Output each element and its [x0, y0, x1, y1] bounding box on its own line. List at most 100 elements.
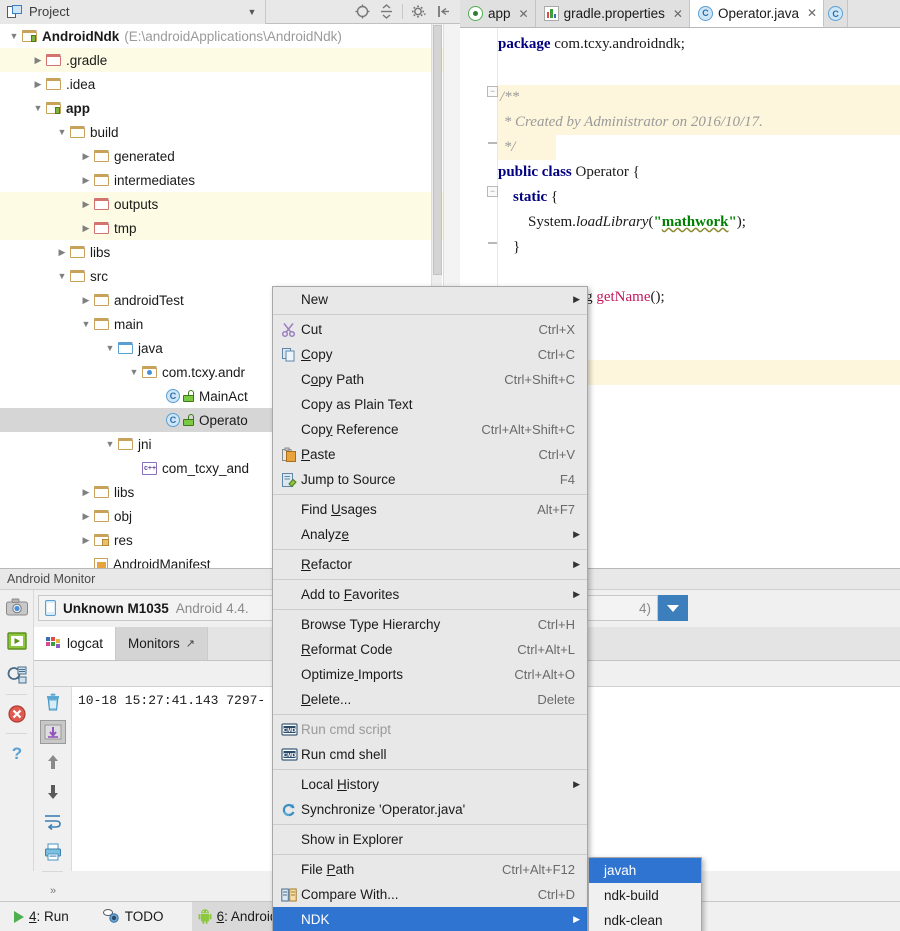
project-title-dropdown[interactable]: Project ▼ — [0, 0, 266, 24]
submenu-item-javah[interactable]: javah — [589, 858, 701, 883]
chevron-right-icon[interactable] — [78, 511, 94, 522]
tree-row[interactable]: .idea — [0, 72, 460, 96]
chevron-right-icon[interactable] — [78, 295, 94, 306]
tree-row[interactable]: app — [0, 96, 460, 120]
menu-item-optimize-imports[interactable]: Optimize Imports Ctrl+Alt+O — [273, 662, 587, 687]
chevron-down-icon[interactable] — [126, 367, 142, 377]
chevron-right-icon[interactable] — [78, 487, 94, 498]
scroll-to-end-button[interactable] — [34, 717, 72, 747]
chevron-right-icon[interactable] — [78, 535, 94, 546]
menu-item-new[interactable]: New ▶ — [273, 287, 587, 312]
tree-row[interactable]: src — [0, 264, 460, 288]
submenu-item-ndk-build[interactable]: ndk-build — [589, 883, 701, 908]
statusbar-item-android[interactable]: 6: Android — [191, 901, 284, 931]
chevron-down-icon[interactable] — [102, 343, 118, 353]
fold-end-marker[interactable] — [488, 136, 497, 144]
screen-record-icon[interactable] — [0, 624, 34, 658]
folder-tan-icon — [94, 174, 109, 186]
chevron-down-icon[interactable] — [30, 103, 46, 113]
chevron-right-icon[interactable] — [30, 79, 46, 90]
menu-item-ndk[interactable]: NDK ▶ — [273, 907, 587, 931]
screenshot-icon[interactable] — [0, 590, 34, 624]
folder-tan-icon — [94, 510, 109, 522]
submenu-item-ndk-clean[interactable]: ndk-clean — [589, 908, 701, 931]
hide-panel-icon[interactable] — [432, 2, 454, 22]
menu-item-shortcut: Ctrl+H — [537, 617, 575, 632]
chevron-down-icon[interactable] — [102, 439, 118, 449]
menu-item-run-cmd-shell[interactable]: CMD Run cmd shell — [273, 742, 587, 767]
editor-tab-app[interactable]: app ✕ — [460, 0, 536, 27]
print-icon[interactable] — [34, 837, 72, 867]
close-icon[interactable]: ✕ — [807, 6, 817, 20]
menu-item-add-to-favorites[interactable]: Add to Favorites ▶ — [273, 582, 587, 607]
editor-tab-partial[interactable]: C — [824, 0, 849, 27]
chevron-right-icon[interactable] — [78, 199, 94, 210]
menu-item-browse-type-hierarchy[interactable]: Browse Type Hierarchy Ctrl+H — [273, 612, 587, 637]
pin-tab-icon[interactable]: ↗ — [186, 637, 195, 650]
clear-logcat-icon[interactable] — [34, 687, 72, 717]
tab-monitors[interactable]: Monitors ↗ — [116, 627, 209, 660]
menu-item-copy-path[interactable]: Copy Path Ctrl+Shift+C — [273, 367, 587, 392]
menu-item-paste[interactable]: Paste Ctrl+V — [273, 442, 587, 467]
chevron-right-icon[interactable] — [78, 223, 94, 234]
statusbar-item-todo[interactable]: TODO — [97, 902, 170, 931]
statusbar-todo-label: TODO — [124, 909, 164, 924]
menu-item-copy[interactable]: Copy Ctrl+C — [273, 342, 587, 367]
menu-item-local-history[interactable]: Local History ▶ — [273, 772, 587, 797]
editor-tab-gradle-properties[interactable]: gradle.properties ✕ — [535, 0, 690, 27]
fold-end-marker[interactable] — [488, 236, 497, 244]
locate-icon[interactable] — [351, 2, 373, 22]
menu-item-reformat-code[interactable]: Reformat Code Ctrl+Alt+L — [273, 637, 587, 662]
help-icon[interactable]: ? — [0, 736, 34, 770]
menu-item-compare-with[interactable]: Compare With... Ctrl+D — [273, 882, 587, 907]
menu-item-file-path[interactable]: File Path Ctrl+Alt+F12 — [273, 857, 587, 882]
chevron-down-icon[interactable] — [54, 127, 70, 137]
menu-item-find-usages[interactable]: Find Usages Alt+F7 — [273, 497, 587, 522]
menu-item-copy-reference[interactable]: Copy Reference Ctrl+Alt+Shift+C — [273, 417, 587, 442]
project-vertical-scrollbar[interactable] — [431, 24, 442, 289]
tree-row[interactable]: build — [0, 120, 460, 144]
up-arrow-icon[interactable] — [34, 747, 72, 777]
tree-row[interactable]: intermediates — [0, 168, 460, 192]
scrollbar-thumb[interactable] — [433, 25, 442, 275]
menu-item-jump-to-source[interactable]: Jump to Source F4 — [273, 467, 587, 492]
context-menu[interactable]: New ▶ Cut Ctrl+X Copy Ctrl+C Copy Path Ctrl+Shi… — [272, 286, 588, 931]
fold-marker[interactable]: − — [487, 86, 498, 97]
chevron-right-icon[interactable] — [78, 175, 94, 186]
menu-item-synchronize-operator-java[interactable]: Synchronize 'Operator.java' — [273, 797, 587, 822]
gear-icon[interactable] — [408, 2, 430, 22]
statusbar-item-run[interactable]: 4: Run — [8, 902, 75, 931]
menu-item-copy-as-plain-text[interactable]: Copy as Plain Text — [273, 392, 587, 417]
chevron-down-icon[interactable]: ▼ — [239, 7, 265, 17]
tree-row[interactable]: libs — [0, 240, 460, 264]
close-icon[interactable]: ✕ — [519, 7, 529, 21]
collapse-all-icon[interactable] — [375, 2, 397, 22]
down-arrow-icon[interactable] — [34, 777, 72, 807]
ndk-submenu[interactable]: javah ndk-build ndk-clean — [588, 857, 702, 931]
menu-item-analyze[interactable]: Analyze ▶ — [273, 522, 587, 547]
fold-marker[interactable]: − — [487, 186, 498, 197]
chevron-down-icon[interactable] — [54, 271, 70, 281]
tree-row[interactable]: AndroidNdk(E:\androidApplications\Androi… — [0, 24, 460, 48]
close-icon[interactable]: ✕ — [673, 7, 683, 21]
menu-item-cut[interactable]: Cut Ctrl+X — [273, 317, 587, 342]
tree-row[interactable]: generated — [0, 144, 460, 168]
menu-item-show-in-explorer[interactable]: Show in Explorer — [273, 827, 587, 852]
device-dropdown-button[interactable] — [658, 595, 688, 621]
menu-item-refactor[interactable]: Refactor ▶ — [273, 552, 587, 577]
tab-logcat[interactable]: logcat — [34, 627, 117, 660]
layout-inspector-icon[interactable] — [0, 658, 34, 692]
soft-wrap-icon[interactable] — [34, 807, 72, 837]
chevron-right-icon[interactable] — [54, 247, 70, 258]
chevron-right-icon[interactable] — [78, 151, 94, 162]
tree-row[interactable]: outputs — [0, 192, 460, 216]
tree-row[interactable]: tmp — [0, 216, 460, 240]
tree-row[interactable]: .gradle — [0, 48, 460, 72]
menu-item-shortcut: Ctrl+C — [537, 347, 575, 362]
terminate-icon[interactable] — [0, 697, 34, 731]
chevron-right-icon[interactable] — [30, 55, 46, 66]
chevron-down-icon[interactable] — [78, 319, 94, 329]
menu-item-delete[interactable]: Delete... Delete — [273, 687, 587, 712]
chevron-down-icon[interactable] — [6, 31, 22, 41]
editor-tab-operator-java[interactable]: C Operator.java ✕ — [689, 0, 825, 27]
